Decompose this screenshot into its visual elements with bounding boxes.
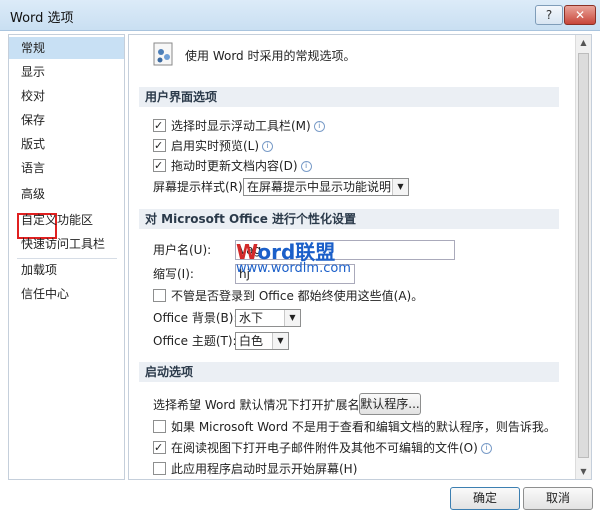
option-open-reading-view[interactable]: 在阅读视图下打开电子邮件附件及其他不可编辑的文件(O)i [153,439,492,457]
scroll-down-icon[interactable]: ▼ [576,464,591,479]
tooltip-style-value: 在屏幕提示中显示功能说明 [247,180,392,194]
option-label: 在阅读视图下打开电子邮件附件及其他不可编辑的文件(O) [171,441,478,455]
option-label: 拖动时更新文档内容(D) [171,159,298,173]
option-label: 此应用程序启动时显示开始屏幕(H) [171,462,358,476]
section-startup: 启动选项 [139,362,559,382]
option-label: 启用实时预览(L) [171,139,260,153]
watermark-url: www.wordlm.com [236,261,351,276]
ok-button[interactable]: 确定 [450,487,520,510]
help-button[interactable]: ? [535,5,563,25]
option-label: 如果 Microsoft Word 不是用于查看和编辑文档的默认程序，则告诉我。 [171,420,556,434]
office-theme-value: 白色 [239,334,264,348]
initials-label: 缩写(I): [153,267,194,281]
sidebar-item-addins[interactable]: 加载项 [9,259,124,281]
checkbox[interactable] [153,117,166,135]
option-tell-default[interactable]: 如果 Microsoft Word 不是用于查看和编辑文档的默认程序，则告诉我。 [153,418,556,436]
option-update-while-drag[interactable]: 拖动时更新文档内容(D)i [153,157,312,175]
info-icon: i [300,161,312,172]
sidebar-item-language[interactable]: 语言 [9,157,124,179]
sidebar-item-display[interactable]: 显示 [9,61,124,83]
sidebar-item-advanced[interactable]: 高级 [9,183,124,205]
default-programs-button[interactable]: 默认程序... [359,393,421,415]
title-bar: Word 选项 ? ✕ [0,0,600,31]
office-background-select[interactable]: 水下 ▼ [235,309,301,327]
vertical-scrollbar[interactable]: ▲ ▼ [575,35,591,479]
option-start-screen[interactable]: 此应用程序启动时显示开始屏幕(H) [153,460,357,478]
chevron-down-icon: ▼ [392,179,408,195]
office-theme-label: Office 主题(T): [153,334,237,348]
checkbox[interactable] [153,289,166,302]
sidebar-item-customize-ribbon[interactable]: 自定义功能区 [9,209,124,231]
sidebar-item-quick-access[interactable]: 快速访问工具栏 [9,233,124,255]
cancel-button[interactable]: 取消 [523,487,593,510]
username-label: 用户名(U): [153,243,212,257]
tooltip-style-label: 屏幕提示样式(R): [153,180,247,194]
office-theme-select[interactable]: 白色 ▼ [235,332,289,350]
close-button[interactable]: ✕ [564,5,596,25]
watermark-logo: Word联盟 www.wordlm.com [236,242,436,276]
info-icon: i [480,443,492,454]
option-always-use[interactable]: 不管是否登录到 Office 都始终使用这些值(A)。 [153,287,423,305]
info-icon: i [262,141,274,152]
sidebar-item-trust-center[interactable]: 信任中心 [9,283,124,305]
scroll-up-icon[interactable]: ▲ [576,35,591,50]
checkbox[interactable] [153,420,166,433]
info-icon: i [313,121,325,132]
sidebar-item-typography[interactable]: 版式 [9,133,124,155]
section-personalize: 对 Microsoft Office 进行个性化设置 [139,209,559,229]
header-description: 使用 Word 时采用的常规选项。 [185,49,356,63]
chevron-down-icon: ▼ [272,333,288,349]
office-background-value: 水下 [239,311,264,325]
checkbox[interactable] [153,137,166,155]
checkbox[interactable] [153,462,166,475]
option-label: 选择时显示浮动工具栏(M) [171,119,311,133]
extensions-label: 选择希望 Word 默认情况下打开扩展名: [153,398,364,412]
checkbox[interactable] [153,439,166,457]
option-label: 不管是否登录到 Office 都始终使用这些值(A)。 [171,289,424,303]
option-live-preview[interactable]: 启用实时预览(L)i [153,137,274,155]
chevron-down-icon: ▼ [284,310,300,326]
general-options-icon [153,42,173,66]
sidebar: 常规 显示 校对 保存 版式 语言 高级 自定义功能区 快速访问工具栏 加载项 … [8,34,125,480]
option-mini-toolbar[interactable]: 选择时显示浮动工具栏(M)i [153,117,325,135]
sidebar-item-save[interactable]: 保存 [9,109,124,131]
checkbox[interactable] [153,157,166,175]
scroll-thumb[interactable] [578,53,589,458]
tooltip-style-select[interactable]: 在屏幕提示中显示功能说明 ▼ [243,178,409,196]
sidebar-item-general[interactable]: 常规 [9,37,124,59]
window-title: Word 选项 [10,11,74,26]
sidebar-item-proofing[interactable]: 校对 [9,85,124,107]
office-background-label: Office 背景(B): [153,311,238,325]
section-ui-options: 用户界面选项 [139,87,559,107]
